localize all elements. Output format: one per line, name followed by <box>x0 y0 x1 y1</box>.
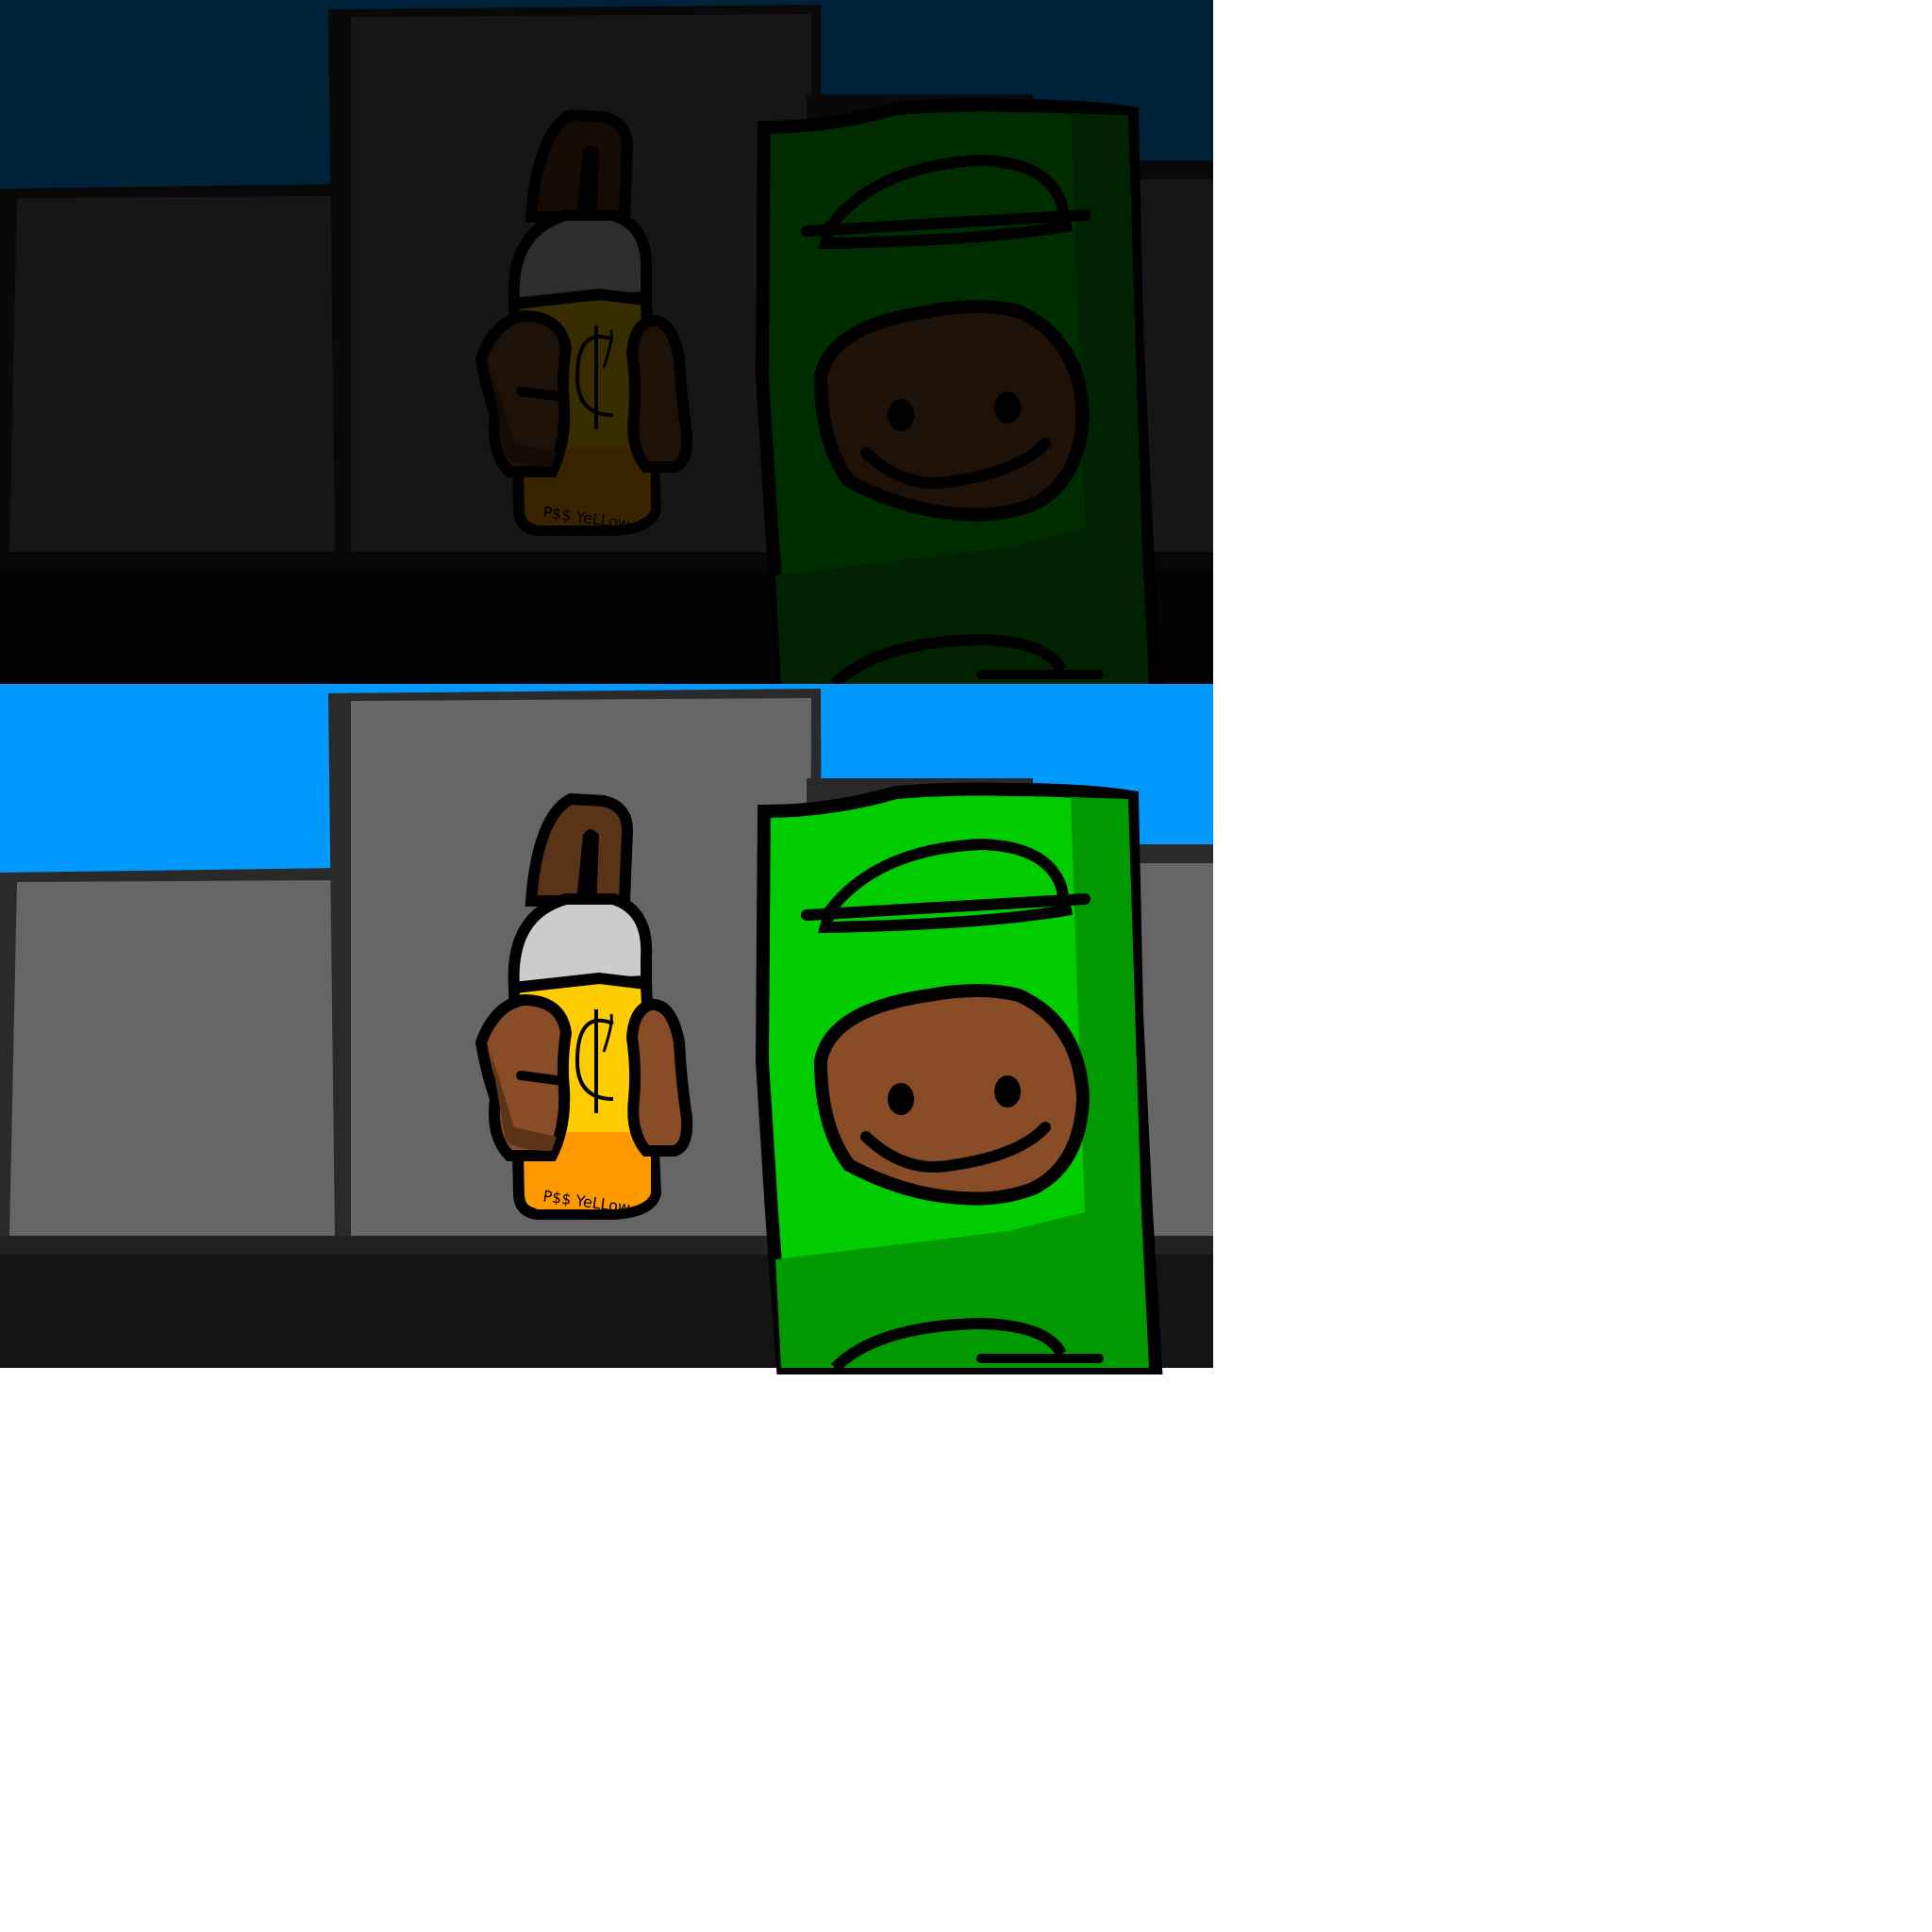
panel-night <box>0 0 1213 684</box>
comic-svg: P$$ YeLLow <box>0 0 1932 1932</box>
comic-canvas: P$$ YeLLow <box>0 0 1932 1932</box>
panel-day <box>0 684 1213 1368</box>
night-overlay <box>0 0 1213 684</box>
